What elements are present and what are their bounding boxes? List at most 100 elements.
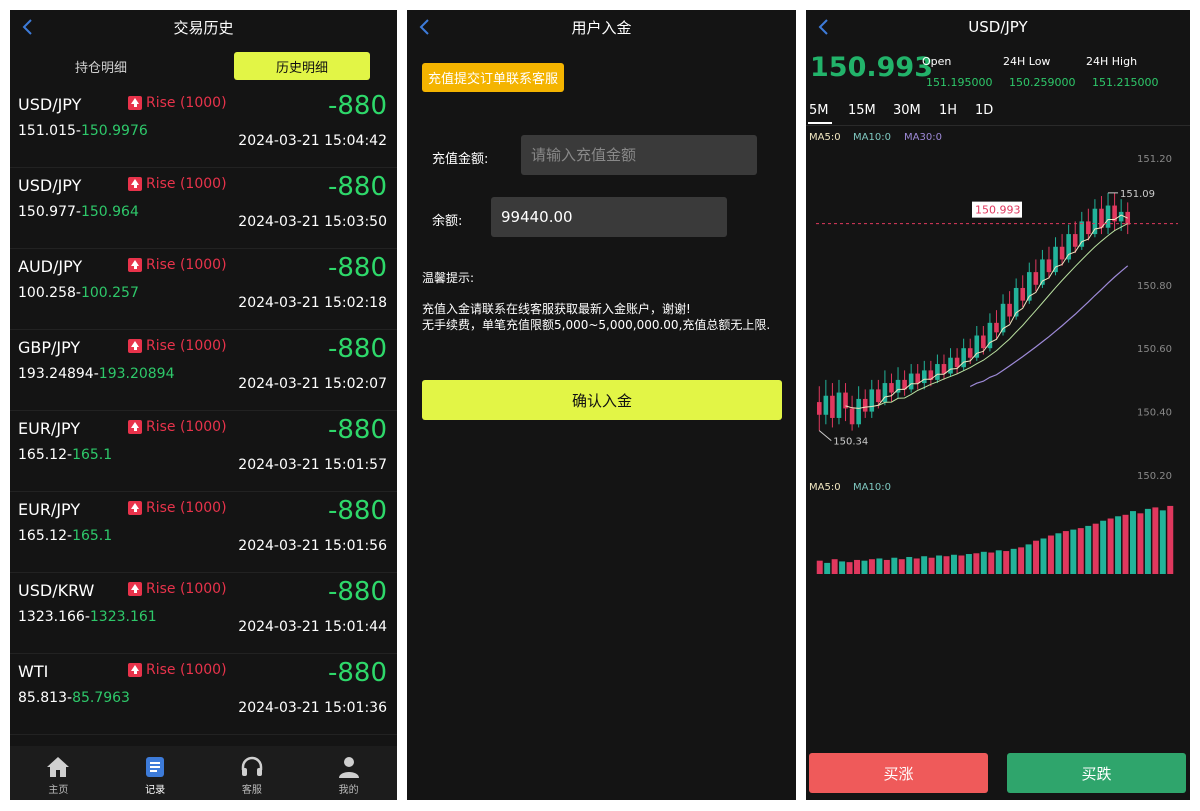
candle-body [823, 395, 829, 415]
buy-down-button[interactable]: 买跌 [1007, 753, 1186, 793]
tip-line: 无手续费，单笔充值限额5,000~5,000,000.00,充值总额无上限. [422, 318, 771, 332]
nav-home[interactable]: 主页 [10, 746, 107, 800]
volume-bar [988, 552, 995, 574]
candle-body [856, 398, 861, 425]
min-annotation: 150.34 [833, 437, 868, 448]
pair-name: EUR/JPY [18, 419, 81, 438]
candle-body [836, 392, 842, 418]
candle-body [1072, 234, 1078, 247]
nav-profile[interactable]: 我的 [300, 746, 397, 800]
pair-name: EUR/JPY [18, 500, 81, 519]
volume-bar [913, 558, 920, 574]
open-price: 1323.166 [18, 609, 85, 625]
direction-text: Rise (1000) [146, 338, 227, 354]
candle-body [921, 370, 927, 384]
volume-bar [1025, 544, 1032, 574]
back-arrow-icon[interactable] [18, 17, 38, 37]
profit-loss: -880 [327, 253, 387, 283]
profit-loss: -880 [327, 658, 387, 688]
open-price: 193.24894 [18, 366, 94, 382]
tf-5m[interactable]: 5M [809, 103, 829, 118]
candle-body [1020, 287, 1026, 301]
candlestick-chart[interactable]: 151.20 150.80 150.60 150.40 150.20 150.993 150… [806, 140, 1190, 485]
candle-body [941, 364, 947, 374]
history-header: 交易历史 [10, 10, 397, 44]
profit-loss: -880 [327, 91, 387, 121]
history-row[interactable]: AUD/JPY Rise (1000) -880 100.258-100.257 202… [10, 249, 397, 330]
trade-time: 2024-03-21 15:01:57 [238, 457, 387, 473]
candle-body [849, 408, 855, 425]
pair-name: USD/JPY [18, 95, 82, 114]
arrow-up-icon [128, 96, 142, 110]
price-range: 193.24894-193.20894 [18, 366, 175, 382]
history-row[interactable]: USD/KRW Rise (1000) -880 1323.166-1323.161 2… [10, 573, 397, 654]
headset-icon [241, 756, 263, 776]
profit-loss: -880 [327, 334, 387, 364]
nav-service[interactable]: 客服 [204, 746, 301, 800]
price-range: 165.12-165.1 [18, 447, 113, 463]
volume-bar [1003, 551, 1010, 574]
current-price-tag: 150.993 [975, 204, 1021, 217]
direction-text: Rise (1000) [146, 500, 227, 516]
volume-chart [816, 505, 1174, 574]
open-price: 151.015 [18, 123, 76, 139]
history-row[interactable]: EUR/JPY Rise (1000) -880 165.12-165.1 2024-0… [10, 492, 397, 573]
volume-bar [943, 556, 950, 574]
current-price: 150.993 [810, 52, 933, 83]
candle-body [1099, 208, 1104, 228]
direction-text: Rise (1000) [146, 419, 227, 435]
back-arrow-icon[interactable] [814, 17, 834, 37]
tab-history[interactable]: 历史明细 [234, 52, 370, 80]
history-row[interactable]: USD/JPY Rise (1000) -880 150.977-150.964 202… [10, 168, 397, 249]
confirm-deposit-button[interactable]: 确认入金 [422, 380, 782, 420]
history-tabs: 持仓明细 历史明细 [10, 51, 397, 81]
pair-name: USD/JPY [18, 176, 82, 195]
history-row[interactable]: WTI Rise (1000) -880 85.813-85.7963 2024-03-… [10, 654, 397, 735]
user-icon [338, 757, 359, 778]
tab-holdings[interactable]: 持仓明细 [75, 57, 127, 76]
volume-bar [1077, 528, 1084, 574]
nav-label: 记录 [145, 785, 166, 796]
contact-service-button[interactable]: 充值提交订单联系客服 [422, 63, 565, 92]
candle-body [948, 357, 953, 374]
volume-bar [861, 560, 868, 574]
profit-loss: -880 [327, 172, 387, 202]
volume-bar [876, 558, 883, 574]
back-arrow-icon[interactable] [415, 17, 435, 37]
tip-line: 充值入金请联系在线客服获取最新入金账户，谢谢! [422, 302, 691, 316]
direction-tag: Rise (1000) [128, 257, 227, 273]
volume-bar [1144, 508, 1151, 574]
volume-bar [973, 553, 980, 574]
volume-bar [839, 561, 846, 574]
arrow-up-icon [128, 258, 142, 272]
close-price: 150.9976 [80, 123, 148, 139]
volume-bar [1033, 540, 1040, 574]
volume-bar [1107, 518, 1114, 574]
tf-30m[interactable]: 30M [893, 103, 921, 118]
volume-bar [868, 559, 875, 574]
pair-name: WTI [18, 662, 49, 681]
volume-bar [824, 562, 831, 574]
candle-body [830, 395, 835, 418]
history-row[interactable]: GBP/JPY Rise (1000) -880 193.24894-193.2089… [10, 330, 397, 411]
vol-ma5-label: MA5:0 [809, 482, 841, 493]
buy-up-button[interactable]: 买涨 [809, 753, 988, 793]
volume-bar [936, 555, 943, 574]
tf-15m[interactable]: 15M [848, 103, 876, 118]
history-row[interactable]: EUR/JPY Rise (1000) -880 165.12-165.1 2024-0… [10, 411, 397, 492]
tf-1h[interactable]: 1H [939, 103, 957, 118]
volume-bar [891, 557, 898, 574]
direction-tag: Rise (1000) [128, 419, 227, 435]
amount-input[interactable] [521, 135, 757, 175]
candle-body [1079, 221, 1085, 247]
candle-body [1053, 246, 1058, 273]
tf-1d[interactable]: 1D [975, 103, 993, 118]
profit-loss: -880 [327, 577, 387, 607]
volume-bar [1137, 513, 1144, 574]
volume-bar [1055, 533, 1062, 574]
price-range: 85.813-85.7963 [18, 690, 130, 706]
history-row[interactable]: USD/JPY Rise (1000) -880 151.015-150.9976 20… [10, 87, 397, 168]
nav-records[interactable]: 记录 [107, 746, 204, 800]
chart-screen: USD/JPY 150.993 Open 151.195000 24H Low … [806, 10, 1190, 800]
close-price: 1323.161 [89, 609, 157, 625]
